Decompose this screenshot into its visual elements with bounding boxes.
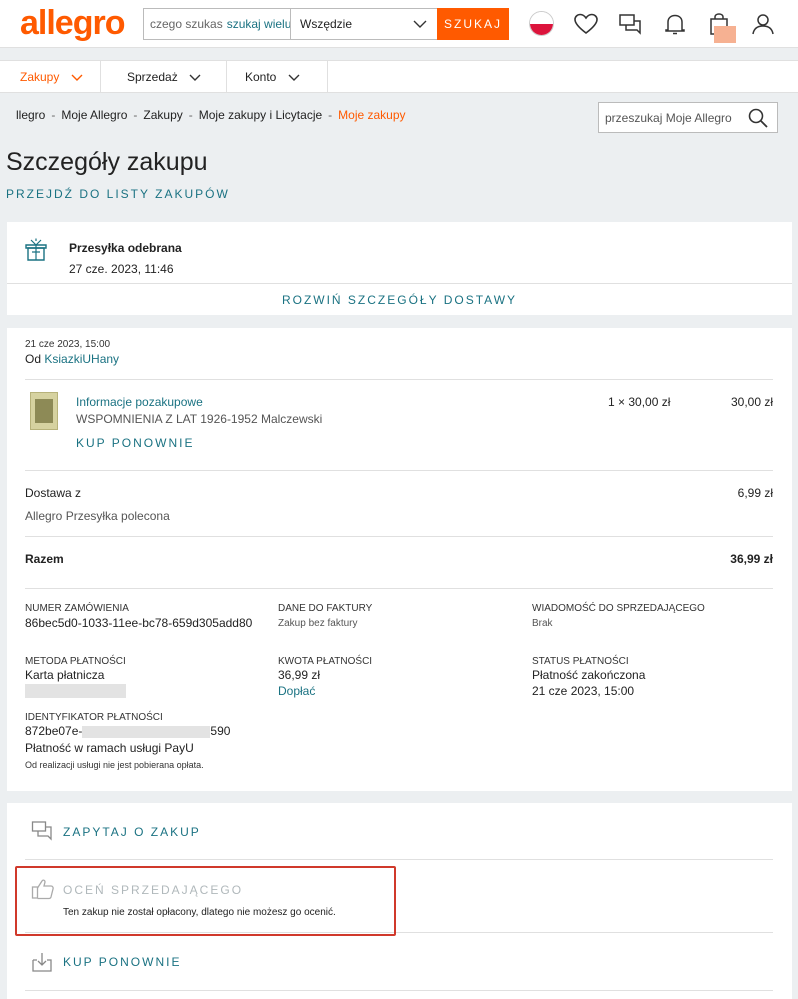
payment-id: 872be07e- 590 (25, 724, 230, 738)
item-qty-price: 1 × 30,00 zł (608, 395, 671, 409)
search-icon[interactable] (747, 107, 769, 129)
payment-method: Karta płatnicza (25, 668, 105, 682)
search-button[interactable]: SZUKAJ (437, 8, 509, 40)
highlight-annotation-box (15, 866, 396, 936)
order-card: 21 cze 2023, 15:00 Od KsiazkiUHany Infor… (7, 328, 792, 791)
divider (25, 379, 773, 380)
payu-info: Płatność w ramach usługi PayU (25, 741, 194, 755)
search-scope-select[interactable]: Wszędzie (290, 8, 438, 40)
chevron-down-icon (288, 74, 300, 81)
user-icon[interactable] (749, 10, 777, 38)
expand-delivery-details-link[interactable]: ROZWIŃ SZCZEGÓŁY DOSTAWY (7, 293, 792, 307)
tab-zakupy-label: Zakupy (20, 70, 60, 84)
breadcrumb-item[interactable]: Moje zakupy i Licytacje (199, 108, 322, 122)
divider (25, 536, 773, 537)
payment-id-end: 590 (210, 724, 231, 738)
ask-about-purchase-link[interactable]: ZAPYTAJ O ZAKUP (63, 825, 201, 839)
back-to-purchases-link[interactable]: PRZEJDŹ DO LISTY ZAKUPÓW (6, 187, 230, 201)
order-date: 21 cze 2023, 15:00 (25, 339, 111, 350)
poland-flag-icon[interactable] (529, 11, 554, 36)
search-multi-link[interactable]: szukaj wielu (227, 17, 290, 31)
shipment-card: Przesyłka odebrana 27 cze. 2023, 11:46 R… (7, 222, 792, 315)
tab-sprzedaz[interactable]: Sprzedaż (101, 61, 227, 93)
package-box-icon (25, 238, 47, 261)
item-total: 30,00 zł (730, 395, 773, 409)
payment-status: Płatność zakończona (532, 668, 646, 682)
heart-icon[interactable] (572, 10, 600, 38)
buy-again-link[interactable]: KUP PONOWNIE (76, 436, 194, 450)
my-allegro-search-input[interactable]: przeszukaj Moje Allegro (598, 102, 778, 133)
payment-amount-label: KWOTA PŁATNOŚCI (278, 656, 373, 667)
delivery-method: Allegro Przesyłka polecona (25, 509, 170, 523)
redacted-card-number (25, 684, 126, 698)
invoice-value: Zakup bez faktury (278, 618, 358, 629)
seller-line: Od KsiazkiUHany (25, 352, 119, 366)
order-number-label: NUMER ZAMÓWIENIA (25, 603, 129, 614)
search-scope-value: Wszędzie (300, 17, 353, 31)
breadcrumb: llegro - Moje Allegro - Zakupy - Moje zakupy i… (16, 108, 406, 122)
invoice-label: DANE DO FAKTURY (278, 603, 373, 614)
divider (25, 859, 773, 860)
divider (25, 588, 773, 589)
chevron-down-icon (413, 20, 427, 28)
divider (7, 283, 792, 284)
bell-icon[interactable] (661, 10, 689, 38)
delivery-label: Dostawa z (25, 486, 82, 500)
seller-message-label: WIADOMOŚĆ DO SPRZEDAJĄCEGO (532, 603, 705, 614)
order-number: 86bec5d0-1033-11ee-bc78-659d305add80 (25, 616, 253, 630)
account-menu-bar: Zakupy Sprzedaż Konto (0, 60, 798, 93)
allegro-logo[interactable]: allegro (20, 4, 125, 43)
chevron-down-icon (71, 74, 83, 81)
pay-more-link[interactable]: Dopłać (278, 684, 315, 698)
chat-question-icon (31, 821, 52, 841)
payment-id-start: 872be07e- (25, 724, 83, 738)
breadcrumb-item[interactable]: llegro (16, 108, 45, 122)
shipment-status: Przesyłka odebrana (69, 241, 182, 255)
cart-badge (714, 26, 736, 43)
top-bar: allegro czego szukas szukaj wielu Wszędzi… (0, 0, 798, 48)
item-title: WSPOMNIENIA Z LAT 1926-1952 Malczewski (76, 412, 323, 426)
search-input[interactable]: czego szukas szukaj wielu (143, 8, 291, 40)
chat-icon[interactable] (616, 10, 644, 38)
breadcrumb-item[interactable]: Moje Allegro (61, 108, 127, 122)
sum-value: 36,99 zł (730, 552, 773, 566)
seller-link[interactable]: KsiazkiUHany (44, 352, 119, 366)
divider (25, 990, 773, 991)
post-purchase-info-link[interactable]: Informacje pozakupowe (76, 395, 203, 409)
tab-zakupy[interactable]: Zakupy (0, 61, 101, 93)
delivery-price: 6,99 zł (737, 486, 773, 500)
payment-method-label: METODA PŁATNOŚCI (25, 656, 126, 667)
search-placeholder: czego szukas (150, 17, 223, 31)
payu-note: Od realizacji usługi nie jest pobierana … (25, 760, 204, 770)
divider (25, 470, 773, 471)
payment-status-date: 21 cze 2023, 15:00 (532, 684, 635, 698)
book-thumbnail[interactable] (30, 392, 58, 430)
redacted-payment-id (82, 725, 211, 738)
tab-sprzedaz-label: Sprzedaż (127, 70, 178, 84)
seller-from-label: Od (25, 352, 42, 366)
payment-status-label: STATUS PŁATNOŚCI (532, 656, 629, 667)
seller-message-value: Brak (532, 618, 553, 629)
sum-label: Razem (25, 552, 64, 566)
breadcrumb-current: Moje zakupy (338, 108, 406, 122)
chevron-down-icon (189, 74, 201, 81)
payment-amount: 36,99 zł (278, 668, 321, 682)
breadcrumb-item[interactable]: Zakupy (143, 108, 182, 122)
payment-id-label: IDENTYFIKATOR PŁATNOŚCI (25, 712, 163, 723)
buy-again-icon (32, 953, 52, 972)
page-title: Szczegóły zakupu (6, 148, 208, 176)
my-allegro-search-placeholder: przeszukaj Moje Allegro (605, 111, 732, 125)
shipment-date: 27 cze. 2023, 11:46 (69, 262, 174, 276)
buy-again-action-link[interactable]: KUP PONOWNIE (63, 955, 181, 969)
tab-konto-label: Konto (245, 70, 277, 84)
tab-konto[interactable]: Konto (227, 61, 328, 93)
